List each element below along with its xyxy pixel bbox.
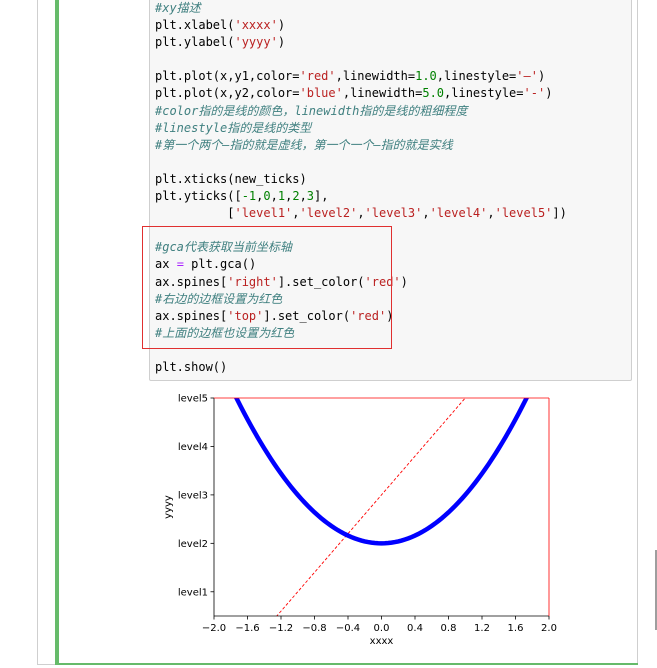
- y-tick-label: level1: [178, 587, 208, 598]
- code-token: plt.ylabel(: [155, 35, 235, 50]
- x-tick-label: 0.0: [374, 623, 390, 634]
- code-token: ,linestyle=: [444, 86, 524, 101]
- code-token: 'level4': [429, 206, 488, 221]
- x-axis-label: xxxx: [370, 636, 394, 647]
- code-token: plt.plot(x,y1,color=: [155, 69, 300, 84]
- code-token: 'red': [299, 69, 336, 84]
- code-token: ,: [270, 189, 278, 204]
- series-line-y1: [276, 398, 466, 616]
- code-token: #linestyle指的是线的类型: [155, 120, 312, 135]
- code-token: 5.0: [422, 86, 445, 101]
- code-token: 'level5': [494, 206, 553, 221]
- series-line-y2: [233, 398, 530, 546]
- code-token: plt.xlabel(: [155, 18, 235, 33]
- code-line: plt.plot(x,y2,color='blue',linewidth=5.0…: [155, 85, 567, 102]
- code-token: #xy描述: [155, 1, 201, 15]
- code-line: plt.plot(x,y1,color='red',linewidth=1.0,…: [155, 68, 567, 85]
- code-line: #color指的是线的颜色，linewidth指的是线的粗细程度: [155, 103, 567, 120]
- code-token: ): [400, 274, 408, 289]
- code-token: ): [277, 35, 286, 50]
- cell-selection-bar: [55, 0, 59, 664]
- code-token: 3: [306, 189, 315, 204]
- code-token: ): [277, 18, 286, 33]
- annotation-highlight-box: [142, 226, 392, 349]
- code-token: ]): [552, 206, 567, 221]
- code-token: ): [545, 86, 553, 101]
- code-token: 'level2': [299, 206, 358, 221]
- code-token: ,: [299, 189, 307, 204]
- code-line: plt.show(): [155, 359, 567, 376]
- x-tick-label: 1.6: [508, 623, 524, 634]
- code-token: -1: [241, 189, 257, 204]
- code-token: 1.0: [415, 69, 437, 84]
- code-token: 'xxxx': [234, 18, 278, 33]
- code-token: 'yyyy': [234, 35, 278, 50]
- x-tick-label: 0.8: [441, 623, 457, 634]
- code-token: plt.yticks([: [155, 189, 242, 204]
- code-token: '—': [516, 69, 538, 84]
- y-tick-label: level5: [178, 394, 208, 405]
- code-token: ,linewidth=: [342, 86, 423, 101]
- code-token: [: [155, 206, 235, 221]
- cell-bottom-border: [55, 663, 638, 665]
- code-token: '-': [523, 86, 546, 101]
- code-token: 1: [277, 189, 286, 204]
- code-token: ,linestyle=: [436, 69, 517, 84]
- code-token: #color指的是线的颜色，linewidth指的是线的粗细程度: [155, 103, 468, 118]
- x-tick-label: 0.4: [407, 623, 423, 634]
- plot-output: −2.0 −1.6 −1.2 −0.8 −0.4 0.0 0.4 0.8 1.2 1.6 2.0 le…: [150, 385, 570, 655]
- code-token: 'level3': [364, 206, 423, 221]
- x-tick-label: −1.2: [269, 623, 293, 634]
- line-chart: −2.0 −1.6 −1.2 −0.8 −0.4 0.0 0.4 0.8 1.2 1.6 2.0 le…: [163, 394, 557, 648]
- code-token: ],: [314, 189, 329, 204]
- code-token: #第一个两个—指的就是虚线，第一个一个—指的就是实线: [155, 137, 453, 152]
- code-token: 'blue': [299, 86, 343, 101]
- code-token: 0: [263, 189, 271, 204]
- x-tick-label: −0.8: [302, 623, 326, 634]
- code-token: ,: [357, 206, 365, 221]
- code-line: ['level1','level2','level3','level4','le…: [155, 205, 567, 222]
- code-token: plt.xticks(new_ticks): [155, 171, 307, 186]
- x-tick-label: −1.6: [235, 623, 259, 634]
- code-line: plt.yticks([-1,0,1,2,3],: [155, 188, 567, 205]
- code-token: 'level1': [234, 206, 293, 221]
- code-line: plt.ylabel('yyyy'): [155, 34, 567, 51]
- code-line: #xy描述: [155, 0, 567, 17]
- x-tick-label: −0.4: [336, 623, 360, 634]
- code-token: ,: [487, 206, 495, 221]
- code-line: #linestyle指的是线的类型: [155, 120, 567, 137]
- code-token: plt.plot(x,y2,color=: [155, 86, 300, 101]
- code-line: plt.xlabel('xxxx'): [155, 17, 567, 34]
- y-tick-label: level4: [178, 442, 208, 453]
- x-tick-label: −2.0: [202, 623, 226, 634]
- y-tick-label: level2: [178, 539, 208, 550]
- code-token: ,: [422, 206, 430, 221]
- code-token: plt.show(): [155, 359, 228, 374]
- code-line: #第一个两个—指的就是虚线，第一个一个—指的就是实线: [155, 137, 567, 154]
- y-tick-label: level3: [178, 490, 208, 501]
- y-axis-label: yyyy: [163, 495, 174, 519]
- x-tick-label: 2.0: [541, 623, 557, 634]
- code-token: ,linewidth=: [335, 69, 416, 84]
- code-token: ,: [292, 206, 300, 221]
- code-token: 2: [292, 189, 300, 204]
- x-tick-label: 1.2: [474, 623, 490, 634]
- code-line: plt.xticks(new_ticks): [155, 171, 567, 188]
- code-token: ): [537, 69, 546, 84]
